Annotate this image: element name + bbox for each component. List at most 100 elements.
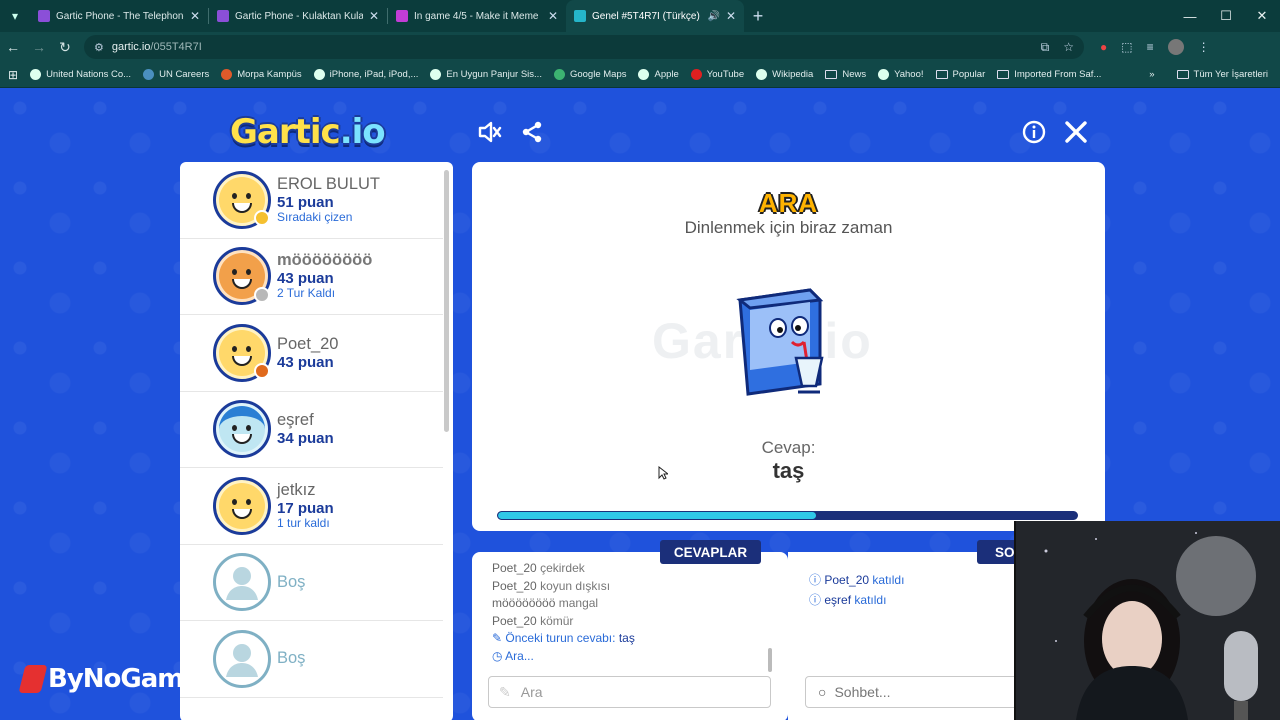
tab-title: In game 4/5 - Make it Meme (414, 10, 539, 22)
player-points: 43 puan (277, 353, 334, 371)
maximize-icon[interactable]: ☐ (1208, 0, 1244, 32)
list-item: ✎ Önceki turun cevabı: taş (492, 631, 635, 646)
reload-icon[interactable]: ↻ (52, 34, 78, 60)
players-panel: EROL BULUT 51 puan Sıradaki çizen mööööö… (180, 162, 453, 720)
all-bookmarks-folder[interactable]: Tüm Yer İşaretleri (1176, 69, 1268, 80)
folder-icon (997, 70, 1010, 79)
site-info-icon[interactable]: ⚙ (94, 41, 104, 54)
folder-icon (1176, 70, 1189, 79)
chat-input[interactable]: ○ Sohbet... (805, 676, 1025, 708)
maps-icon (553, 69, 565, 80)
bookmark-item[interactable]: iPhone, iPad, iPod,... (313, 69, 418, 80)
browser-tab-active[interactable]: Genel #5T4R7I (Türkçe) - Ga 🔊 ✕ (566, 0, 744, 32)
globe-icon (430, 69, 442, 80)
player-row[interactable]: jetkız 17 puan 1 tur kaldı (180, 468, 443, 545)
profile-avatar[interactable] (1167, 39, 1184, 55)
player-status: 2 Tur Kaldı (277, 286, 336, 301)
answer-label: Cevap: (761, 438, 816, 457)
bookmark-folder[interactable]: Popular (935, 69, 985, 80)
bookmark-folder[interactable]: News (825, 69, 866, 80)
speaker-icon[interactable]: 🔊 (707, 11, 719, 22)
player-name: EROL BULUT (277, 174, 380, 193)
close-icon[interactable] (1062, 118, 1090, 146)
player-row[interactable]: EROL BULUT 51 puan Sıradaki çizen (180, 162, 443, 239)
forward-arrow-icon[interactable]: → (26, 34, 52, 60)
reading-list-icon[interactable]: ≡ (1147, 40, 1154, 54)
empty-player-slot: Boş (180, 545, 443, 621)
chat-panel: SO ⓘ Poet_20 katıldı ⓘ eşref katıldı ○ S… (788, 540, 1037, 720)
more-bookmarks-icon[interactable]: » (1149, 69, 1154, 80)
sound-icon[interactable] (476, 118, 504, 146)
bookmark-star-icon[interactable]: ☆ (1063, 40, 1074, 55)
info-icon[interactable] (1020, 118, 1048, 146)
round-state-subtitle: Dinlenmek için biraz zaman (684, 218, 893, 237)
browser-tab[interactable]: In game 4/5 - Make it Meme ✕ (388, 0, 566, 32)
list-item: ⓘ eşref katıldı (809, 593, 887, 607)
bookmark-item[interactable]: En Uygun Panjur Sis... (430, 69, 542, 80)
player-badge-icon (254, 286, 270, 303)
players-scrollbar[interactable] (444, 170, 449, 432)
info-icon: ⓘ (809, 573, 822, 587)
player-row[interactable]: eşref 34 puan (180, 392, 443, 468)
apps-icon[interactable]: ⊞ (8, 68, 18, 82)
tab-title: Genel #5T4R7I (Türkçe) - Ga (592, 10, 701, 22)
window-controls: — ☐ ✕ (1172, 0, 1280, 32)
bookmark-folder[interactable]: Imported From Saf... (997, 69, 1101, 80)
player-status: 1 tur kaldı (277, 515, 330, 530)
close-tab-icon[interactable]: ✕ (548, 9, 558, 23)
bookmark-item[interactable]: Morpa Kampüs (221, 69, 302, 80)
chat-input-placeholder: Sohbet... (834, 684, 891, 700)
menu-icon[interactable]: ⋮ (1198, 40, 1210, 54)
info-icon: ⓘ (809, 593, 822, 607)
folder-icon (935, 70, 948, 79)
minimize-icon[interactable]: — (1172, 0, 1208, 32)
globe-icon (756, 69, 768, 80)
folder-icon (825, 70, 838, 79)
mouse-cursor-icon (658, 466, 668, 480)
globe-icon (30, 69, 42, 80)
globe-icon (313, 69, 325, 80)
share-icon[interactable] (518, 118, 546, 146)
address-bar[interactable]: ⚙ gartic.io/055T4R7I ⧉ ☆ (84, 35, 1084, 59)
new-tab-button[interactable]: + (744, 6, 772, 27)
back-arrow-icon[interactable]: ← (0, 34, 26, 60)
answer-input[interactable]: ✎ Ara (488, 676, 771, 708)
answers-list: Poet_20 çekirdek Poet_20 koyun dışkısı m… (492, 561, 772, 666)
close-window-icon[interactable]: ✕ (1244, 0, 1280, 32)
bookmark-item[interactable]: YouTube (690, 69, 744, 80)
clock-icon: ◷ (492, 648, 503, 663)
bookmark-item[interactable]: UN Careers (143, 69, 209, 80)
player-row[interactable]: möööööööö 43 puan 2 Tur Kaldı (180, 239, 443, 315)
puzzle-icon[interactable]: ⬚ (1121, 40, 1132, 54)
list-item: Poet_20 çekirdek (492, 561, 585, 575)
close-tab-icon[interactable]: ✕ (369, 9, 379, 23)
answers-panel: CEVAPLAR Poet_20 çekirdek Poet_20 koyun … (472, 540, 788, 720)
cast-icon[interactable]: ⧉ (1041, 40, 1050, 55)
empty-player-slot: Boş (180, 621, 443, 698)
tab-title: Gartic Phone - Kulaktan Kulağa (235, 10, 363, 22)
player-name: Poet_20 (277, 334, 339, 353)
round-progress-bar (497, 511, 1078, 520)
player-points: 17 puan (277, 499, 334, 517)
extension-icon[interactable]: ● (1100, 40, 1107, 54)
browser-tab[interactable]: Gartic Phone - The Telephone G ✕ (30, 0, 208, 32)
player-row[interactable]: Poet_20 43 puan (180, 315, 443, 392)
tab-favicon-icon (396, 10, 408, 22)
close-tab-icon[interactable]: ✕ (726, 9, 736, 23)
tab-title: Gartic Phone - The Telephone G (56, 10, 184, 22)
list-item: ◷ Ara... (492, 648, 534, 663)
bookmark-item[interactable]: Apple (638, 69, 679, 80)
close-tab-icon[interactable]: ✕ (190, 9, 200, 23)
bookmark-item[interactable]: Wikipedia (756, 69, 813, 80)
browser-tab[interactable]: Gartic Phone - Kulaktan Kulağa ✕ (209, 0, 387, 32)
bookmark-item[interactable]: Yahoo! (878, 69, 924, 80)
player-name: Boş (277, 649, 306, 668)
answers-scrollbar[interactable] (768, 648, 772, 672)
bynogame-logo: ByNoGame (18, 664, 201, 694)
player-name: Boş (277, 572, 306, 591)
tab-favicon-icon (38, 10, 50, 22)
tab-search-icon[interactable]: ▾ (0, 0, 30, 32)
bookmark-item[interactable]: Google Maps (553, 69, 626, 80)
progress-fill (498, 512, 817, 519)
bookmark-item[interactable]: United Nations Co... (30, 69, 131, 80)
